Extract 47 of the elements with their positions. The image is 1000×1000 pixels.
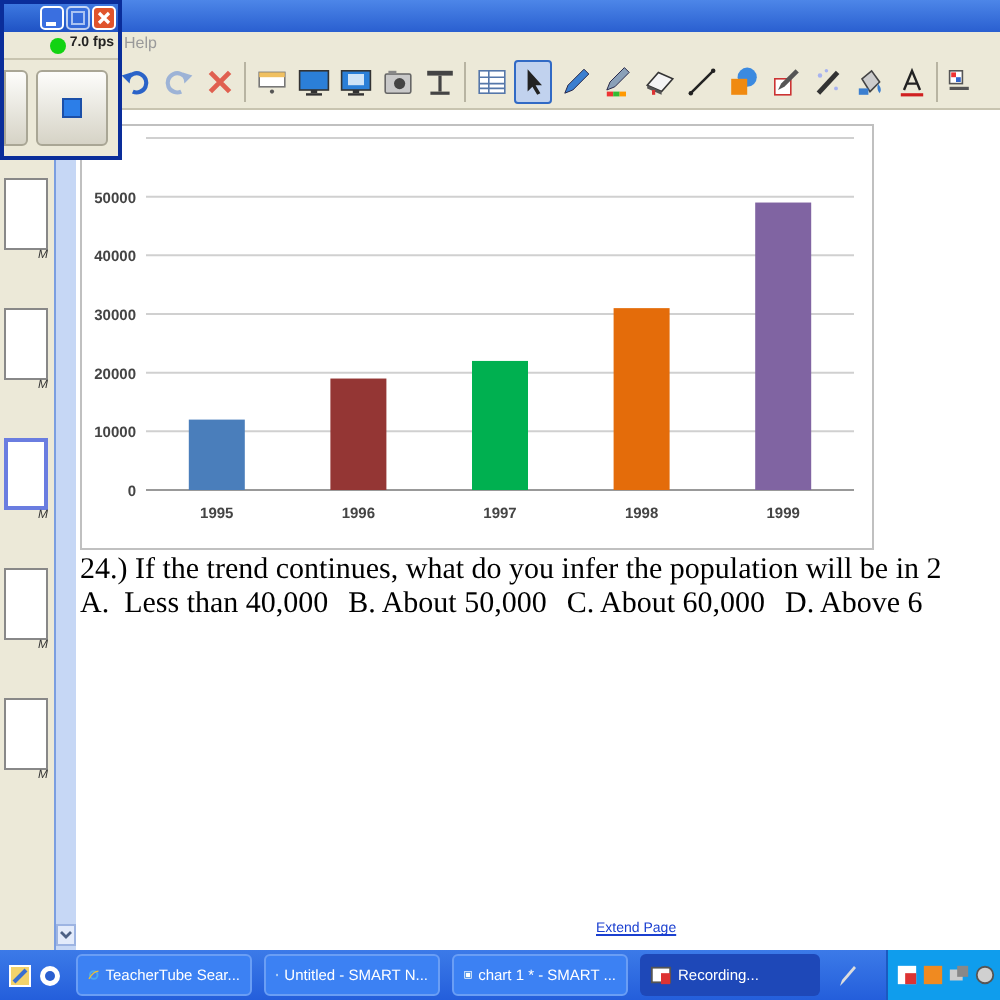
bar <box>330 378 387 490</box>
pen-icon[interactable] <box>838 963 858 987</box>
pen-icon <box>559 66 591 98</box>
question-text: 24.) If the trend continues, what do you infer the population will be in 2 <box>80 552 944 588</box>
page-thumbnail[interactable] <box>4 438 48 510</box>
tray-icon[interactable] <box>896 964 918 986</box>
delete-icon <box>203 66 235 98</box>
maximize-icon[interactable] <box>66 6 90 30</box>
page-thumbnail[interactable] <box>4 178 48 250</box>
pen-icon <box>769 66 801 98</box>
monitor-icon <box>297 66 329 98</box>
quick-launch-icon[interactable] <box>38 963 62 987</box>
eraser-icon <box>643 66 675 98</box>
bar <box>188 419 245 490</box>
magic-pen-icon <box>811 66 843 98</box>
quick-launch-icon[interactable] <box>8 963 32 987</box>
answer-choice: B. About 50,000 <box>348 588 547 622</box>
menu-item[interactable]: Help <box>124 34 157 54</box>
status-dot-icon <box>49 37 66 53</box>
paint-bucket-icon <box>853 66 885 98</box>
page-thumbnail[interactable] <box>4 308 48 380</box>
tray-icon[interactable] <box>974 964 996 986</box>
table-icon <box>475 66 507 98</box>
recorder-icon <box>650 964 672 986</box>
browser-icon <box>88 964 100 986</box>
tool-button[interactable] <box>514 60 552 104</box>
document-camera-icon <box>423 66 455 98</box>
stop-button[interactable] <box>36 69 108 145</box>
screen-shade-icon <box>255 66 287 98</box>
page-thumbnail[interactable] <box>4 568 48 640</box>
answer-choice: D. Above 6 <box>785 588 923 622</box>
shapes-icon <box>727 66 759 98</box>
answer-choice: C. About 60,000 <box>566 588 766 622</box>
pen-icon <box>601 66 633 98</box>
bar <box>472 360 528 490</box>
scroll-down-icon[interactable] <box>56 924 76 946</box>
minimize-icon[interactable] <box>40 6 64 30</box>
answer-choice: A. Less than 40,000 <box>80 588 329 622</box>
close-icon[interactable] <box>92 6 116 30</box>
redo-icon <box>161 66 193 98</box>
stop-icon <box>62 97 82 117</box>
camera-icon <box>381 66 413 98</box>
undo-icon <box>119 66 151 98</box>
line-icon <box>685 66 717 98</box>
page-thumbnail[interactable] <box>4 698 48 770</box>
monitor-icon <box>339 66 371 98</box>
text-icon <box>895 66 927 98</box>
